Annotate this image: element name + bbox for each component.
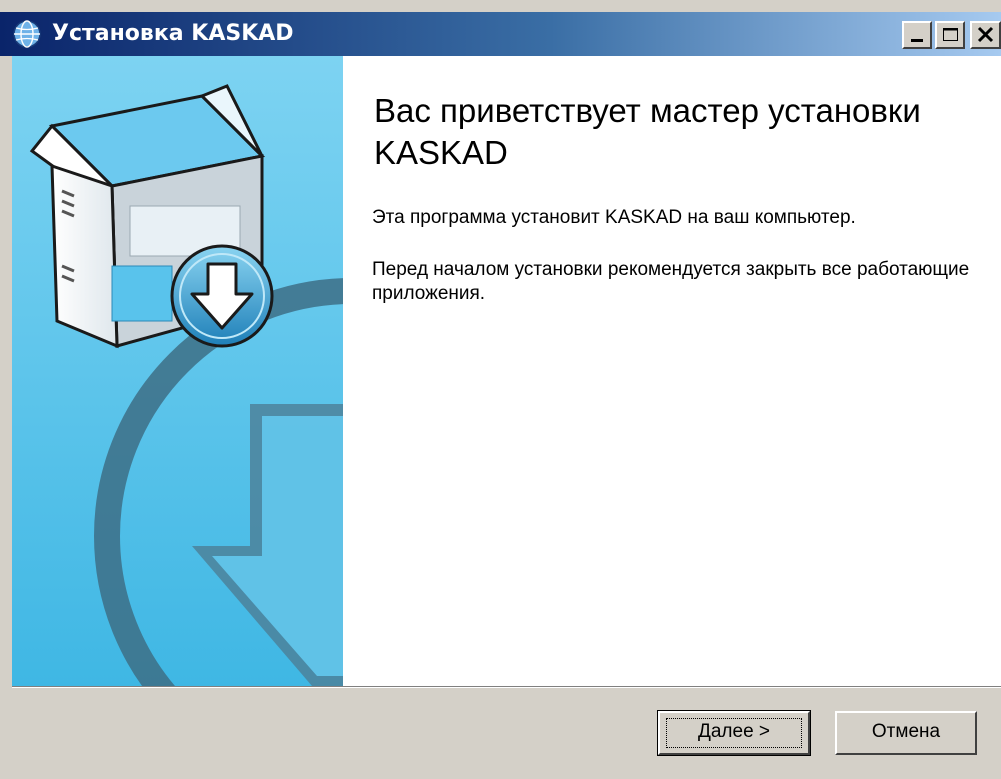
- cancel-button[interactable]: Отмена: [835, 711, 977, 755]
- maximize-icon: [943, 28, 958, 41]
- next-label-rest: алее >: [710, 721, 771, 742]
- close-button[interactable]: [970, 21, 1001, 49]
- wizard-content: Вас приветствует мастер установки KASKAD…: [12, 56, 1001, 686]
- installer-side-image: [12, 56, 343, 686]
- close-apps-advice: Перед началом установки рекомендуется за…: [372, 259, 970, 304]
- installer-window: Установка KASKAD Вас приветствует мастер…: [0, 0, 1001, 779]
- welcome-heading: Вас приветствует мастер установки KASKAD: [374, 92, 921, 171]
- next-accelerator: Д: [697, 721, 711, 742]
- minimize-button[interactable]: [902, 21, 932, 49]
- installer-banner-graphic: [12, 56, 343, 686]
- next-button-label: Далее >: [698, 721, 770, 742]
- window-title: Установка KASKAD: [52, 21, 294, 46]
- footer-separator: [12, 686, 1001, 688]
- close-icon: [977, 26, 994, 43]
- globe-icon: [13, 20, 41, 48]
- maximize-button[interactable]: [935, 21, 965, 49]
- minimize-icon: [911, 39, 923, 42]
- next-button[interactable]: Далее >: [657, 710, 811, 756]
- cancel-button-label: Отмена: [871, 721, 941, 742]
- title-bar[interactable]: Установка KASKAD: [0, 12, 1001, 56]
- intro-text: Эта программа установит KASKAD на ваш ко…: [372, 207, 856, 228]
